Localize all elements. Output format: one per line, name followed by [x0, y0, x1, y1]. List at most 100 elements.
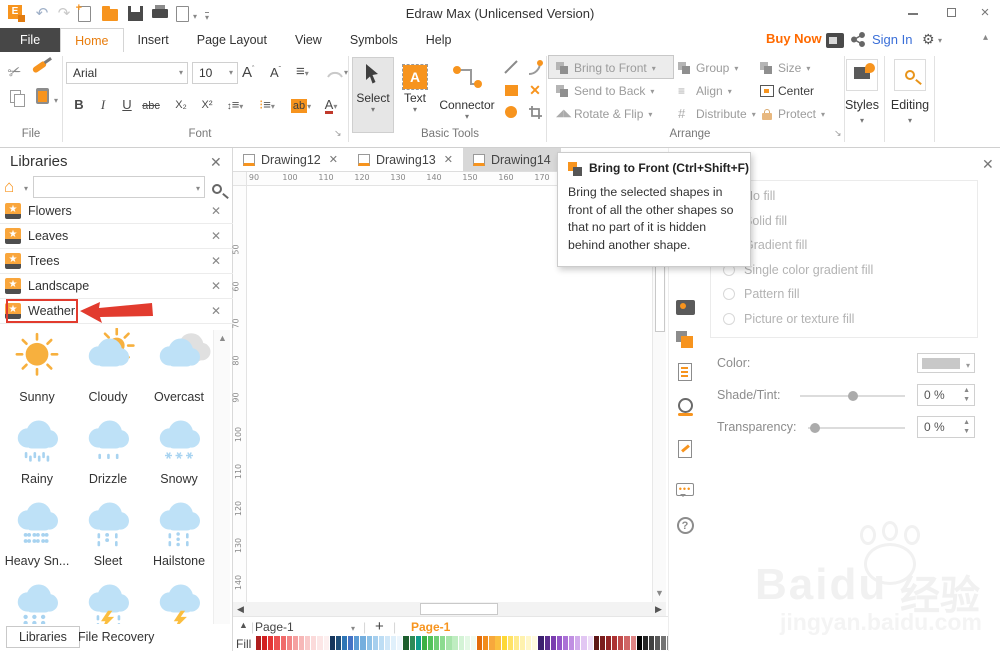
symbol-hailstone[interactable]: Hailstone — [144, 492, 214, 568]
editing-dropdown-icon[interactable]: ▾ — [880, 116, 940, 125]
shape-format-icon[interactable] — [675, 331, 695, 351]
palette-swatch[interactable] — [268, 636, 274, 650]
presentation-icon[interactable] — [826, 33, 844, 48]
superscript-button[interactable]: X² — [196, 94, 218, 116]
palette-swatch[interactable] — [280, 636, 286, 650]
font-size-select[interactable]: 10 ▾ — [192, 62, 238, 84]
palette-swatch[interactable] — [446, 636, 452, 650]
palette-swatch[interactable] — [513, 636, 520, 650]
palette-swatch[interactable] — [464, 636, 470, 650]
symbol-overcast[interactable]: Overcast — [144, 328, 214, 404]
dropdown-icon[interactable]: ▾ — [648, 110, 652, 119]
palette-swatch[interactable] — [618, 636, 624, 650]
palette-swatch[interactable] — [556, 636, 563, 650]
line-spacing-icon[interactable]: ↕≡▾ — [224, 94, 246, 116]
menu-tab-symbols[interactable]: Symbols — [336, 28, 412, 52]
comment-icon[interactable]: ••• — [675, 478, 695, 498]
color-dropdown[interactable]: ▾ — [917, 353, 975, 373]
dropdown-icon[interactable]: ▾ — [752, 110, 756, 119]
paste-dropdown-icon[interactable]: ▾ — [54, 96, 58, 105]
palette-swatch[interactable] — [532, 636, 538, 650]
palette-swatch[interactable] — [599, 636, 606, 650]
palette-swatch[interactable] — [624, 636, 630, 650]
font-name-select[interactable]: Arial ▾ — [66, 62, 188, 84]
palette-swatch[interactable] — [329, 636, 335, 650]
gear-dropdown-icon[interactable]: ▾ — [938, 36, 942, 45]
help-icon[interactable]: ? — [675, 515, 695, 535]
underline-button[interactable]: U — [116, 94, 138, 116]
library-close-icon[interactable]: ✕ — [211, 229, 221, 243]
tab-libraries[interactable]: Libraries — [6, 626, 80, 648]
palette-swatch[interactable] — [550, 636, 556, 650]
menu-tab-file[interactable]: File — [0, 28, 61, 52]
cut-icon[interactable]: ✂ — [5, 60, 24, 83]
document-tab-drawing14[interactable]: Drawing14 — [462, 148, 561, 171]
search-icon[interactable] — [212, 183, 229, 199]
palette-swatch[interactable] — [563, 636, 569, 650]
page-tab[interactable]: Page-1 — [411, 620, 450, 634]
italic-button[interactable]: I — [92, 94, 114, 116]
pages-collapse-icon[interactable]: ▲ — [239, 620, 248, 630]
editing-button-icon[interactable] — [894, 59, 926, 91]
palette-swatch[interactable] — [642, 636, 648, 650]
palette-swatch[interactable] — [378, 636, 384, 650]
palette-swatch[interactable] — [520, 636, 526, 650]
styles-button-icon[interactable] — [846, 59, 878, 91]
text-tool-button[interactable]: A Text ▾ — [396, 57, 434, 133]
page-select[interactable]: Page-1 — [255, 620, 294, 634]
menu-tab-view[interactable]: View — [281, 28, 336, 52]
palette-swatch[interactable] — [477, 636, 483, 650]
palette-swatch[interactable] — [354, 636, 360, 650]
radio-icon[interactable] — [723, 288, 735, 300]
document-tab-drawing12[interactable]: Drawing12 ✕ — [233, 148, 348, 171]
fill-option-pattern-fill[interactable]: Pattern fill — [723, 287, 800, 301]
panel-close-icon[interactable]: ✕ — [982, 156, 994, 173]
palette-swatch[interactable] — [391, 636, 397, 650]
scroll-down-icon[interactable]: ▼ — [653, 588, 666, 598]
symbol-heavy-sn-[interactable]: Heavy Sn... — [2, 492, 72, 568]
palette-swatch[interactable] — [661, 636, 667, 650]
arrange-bring-to-front[interactable]: Bring to Front ▾ — [556, 58, 656, 78]
select-tool-button[interactable]: Select ▾ — [352, 57, 394, 133]
symbol-drizzle[interactable]: Drizzle — [73, 410, 143, 486]
dropdown-icon[interactable]: ▾ — [728, 87, 732, 96]
dropdown-icon[interactable]: ▾ — [652, 64, 656, 73]
scroll-up-icon[interactable]: ▲ — [216, 333, 229, 343]
palette-swatch[interactable] — [495, 636, 501, 650]
arrange-size[interactable]: Size ▾ — [760, 58, 810, 78]
palette-swatch[interactable] — [348, 636, 354, 650]
horizontal-scroll-thumb[interactable] — [420, 603, 498, 615]
document-tab-drawing13[interactable]: Drawing13 ✕ — [348, 148, 463, 171]
buy-now-link[interactable]: Buy Now — [766, 31, 822, 46]
palette-swatch[interactable] — [311, 636, 317, 650]
palette-swatch[interactable] — [593, 636, 599, 650]
page-setup-icon[interactable] — [675, 363, 695, 383]
shade-spinner[interactable]: 0 % ▲ ▼ — [917, 384, 975, 406]
tab-file-recovery[interactable]: File Recovery — [78, 630, 154, 644]
palette-swatch[interactable] — [452, 636, 458, 650]
palette-swatch[interactable] — [440, 636, 446, 650]
bold-button[interactable]: B — [68, 94, 90, 116]
palette-swatch[interactable] — [384, 636, 391, 650]
menu-tab-insert[interactable]: Insert — [124, 28, 183, 52]
picture-icon[interactable] — [675, 300, 695, 320]
library-close-icon[interactable]: ✕ — [211, 279, 221, 293]
library-close-icon[interactable]: ✕ — [211, 204, 221, 218]
minimize-button[interactable] — [898, 0, 928, 26]
copy-icon[interactable] — [10, 90, 25, 107]
text-highlight-icon[interactable]: ab ▾ — [290, 94, 312, 116]
arc-text-icon[interactable] — [326, 66, 344, 78]
library-item-landscape[interactable]: ★ Landscape ✕ — [0, 274, 233, 299]
format-painter-icon[interactable] — [31, 57, 52, 74]
symbol-sunny[interactable]: Sunny — [2, 328, 72, 404]
palette-swatch[interactable] — [636, 636, 642, 650]
arrange-group[interactable]: Group ▾ — [678, 58, 738, 78]
font-color-icon[interactable]: A▾ — [320, 94, 342, 116]
page-dropdown-icon[interactable]: ▾ — [351, 624, 355, 633]
palette-swatch[interactable] — [360, 636, 366, 650]
palette-swatch[interactable] — [298, 636, 305, 650]
palette-swatch[interactable] — [335, 636, 341, 650]
palette-swatch[interactable] — [262, 636, 268, 650]
palette-swatch[interactable] — [341, 636, 348, 650]
shade-slider[interactable] — [800, 391, 905, 401]
